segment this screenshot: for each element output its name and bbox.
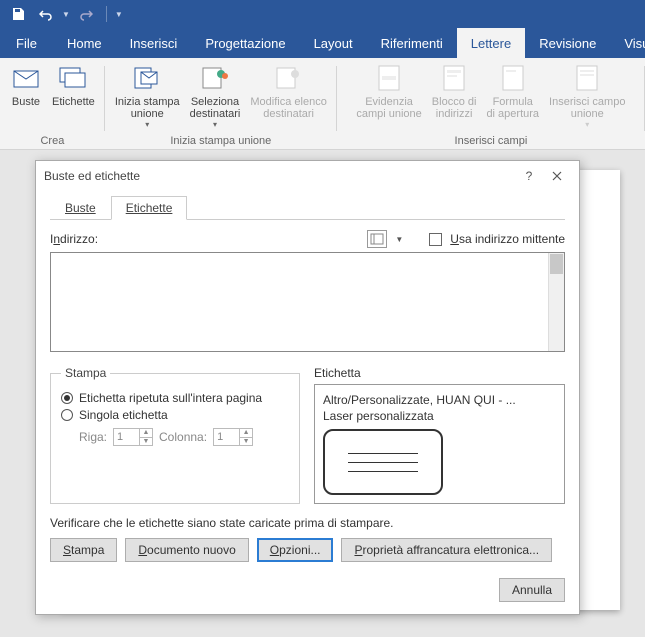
dialog-tabs: Buste Etichette xyxy=(50,195,565,220)
tab-lettere[interactable]: Lettere xyxy=(457,28,525,58)
stampa-button[interactable]: Stampa xyxy=(50,538,117,562)
radio-dot-icon xyxy=(61,392,73,404)
qat-customize[interactable]: ▼ xyxy=(115,10,123,19)
riga-label: Riga: xyxy=(79,430,107,444)
formula-button: Formuladi apertura xyxy=(482,60,543,133)
inizia-stampa-button[interactable]: Inizia stampaunione▾ xyxy=(111,60,184,133)
scrollbar[interactable] xyxy=(548,253,564,351)
redo-icon xyxy=(79,7,93,21)
etichetta-preview-box[interactable]: Altro/Personalizzate, HUAN QUI - ... Las… xyxy=(314,384,565,504)
ribbon-tabs: File Home Inserisci Progettazione Layout… xyxy=(0,28,645,58)
label-icon xyxy=(57,62,89,94)
save-button[interactable] xyxy=(6,3,30,25)
undo-icon xyxy=(39,7,53,21)
group-label-crea: Crea xyxy=(40,133,64,149)
tab-progettazione[interactable]: Progettazione xyxy=(191,28,299,58)
etichetta-legend: Etichetta xyxy=(314,366,565,380)
tab-revisione[interactable]: Revisione xyxy=(525,28,610,58)
help-button[interactable]: ? xyxy=(515,165,543,187)
riga-up: ▲ xyxy=(140,429,152,438)
tab-etichette[interactable]: Etichette xyxy=(111,196,188,220)
evidenzia-button: Evidenziacampi unione xyxy=(352,60,425,133)
envelope-icon xyxy=(10,62,42,94)
usa-mittente-label: Usa indirizzo mittente xyxy=(450,232,565,246)
ribbon-group-crea: Buste Etichette Crea xyxy=(0,58,105,149)
recipients-icon xyxy=(199,62,231,94)
mailmerge-icon xyxy=(131,62,163,94)
quick-access-toolbar: ▼ ▼ xyxy=(0,0,645,28)
insertfield-icon xyxy=(571,62,603,94)
radio-singola[interactable]: Singola etichetta xyxy=(61,408,289,422)
stampa-legend: Stampa xyxy=(61,366,110,380)
buste-etichette-dialog: Buste ed etichette ? Buste Etichette Ind… xyxy=(35,160,580,615)
indirizzo-textarea[interactable] xyxy=(50,252,565,352)
close-icon xyxy=(552,171,562,181)
radio-empty-icon xyxy=(61,409,73,421)
greeting-icon xyxy=(497,62,529,94)
blocco-button: Blocco diindirizzi xyxy=(428,60,481,133)
highlight-icon xyxy=(373,62,405,94)
tab-file[interactable]: File xyxy=(0,28,53,58)
tab-layout[interactable]: Layout xyxy=(300,28,367,58)
proprieta-button[interactable]: Proprietà affrancatura elettronica... xyxy=(341,538,552,562)
colonna-label: Colonna: xyxy=(159,430,207,444)
modifica-elenco-button: Modifica elencodestinatari xyxy=(246,60,330,133)
tab-visualizza[interactable]: Visualizza xyxy=(610,28,645,58)
undo-button[interactable] xyxy=(34,3,58,25)
ribbon: Buste Etichette Crea Inizia stampaunione… xyxy=(0,58,645,150)
etichetta-line1: Altro/Personalizzate, HUAN QUI - ... xyxy=(323,393,556,407)
etichetta-line2: Laser personalizzata xyxy=(323,409,556,423)
dialog-title: Buste ed etichette xyxy=(44,169,140,183)
verify-text: Verificare che le etichette siano state … xyxy=(50,516,565,530)
undo-dropdown[interactable]: ▼ xyxy=(62,10,70,19)
opzioni-button[interactable]: Opzioni... xyxy=(257,538,334,562)
editlist-icon xyxy=(273,62,305,94)
colonna-spinner: ▲▼ xyxy=(213,428,253,446)
riga-input xyxy=(113,428,139,446)
riga-spinner: ▲▼ xyxy=(113,428,153,446)
addressbook-icon xyxy=(370,233,384,245)
address-book-button[interactable] xyxy=(367,230,387,248)
dialog-titlebar: Buste ed etichette ? xyxy=(36,161,579,191)
ribbon-group-inizia: Inizia stampaunione▾ Selezionadestinatar… xyxy=(105,58,337,149)
radio-intera-pagina[interactable]: Etichetta ripetuta sull'intera pagina xyxy=(61,391,289,405)
tab-buste[interactable]: Buste xyxy=(50,196,111,220)
colonna-down: ▼ xyxy=(240,438,252,446)
buste-button[interactable]: Buste xyxy=(6,60,46,133)
group-label-inserisci: Inserisci campi xyxy=(455,133,528,149)
ribbon-group-inserisci: Evidenziacampi unione Blocco diindirizzi… xyxy=(337,58,645,149)
tab-riferimenti[interactable]: Riferimenti xyxy=(367,28,457,58)
address-book-dropdown[interactable]: ▼ xyxy=(395,235,403,244)
inserisci-campo-button: Inserisci campounione▾ xyxy=(545,60,629,133)
indirizzo-label: Indirizzo: xyxy=(50,232,98,246)
annulla-button[interactable]: Annulla xyxy=(499,578,565,602)
colonna-up: ▲ xyxy=(240,429,252,438)
addressblock-icon xyxy=(438,62,470,94)
close-button[interactable] xyxy=(543,165,571,187)
usa-mittente-checkbox[interactable] xyxy=(429,233,442,246)
tab-inserisci[interactable]: Inserisci xyxy=(116,28,192,58)
colonna-input xyxy=(213,428,239,446)
tab-home[interactable]: Home xyxy=(53,28,116,58)
documento-nuovo-button[interactable]: Documento nuovo xyxy=(125,538,248,562)
group-label-inizia: Inizia stampa unione xyxy=(170,133,271,149)
etichette-button[interactable]: Etichette xyxy=(48,60,99,133)
redo-button[interactable] xyxy=(74,3,98,25)
save-icon xyxy=(11,7,25,21)
label-preview-icon xyxy=(323,429,443,495)
stampa-fieldset: Stampa Etichetta ripetuta sull'intera pa… xyxy=(50,366,300,504)
seleziona-destinatari-button[interactable]: Selezionadestinatari▾ xyxy=(186,60,245,133)
riga-down: ▼ xyxy=(140,438,152,446)
